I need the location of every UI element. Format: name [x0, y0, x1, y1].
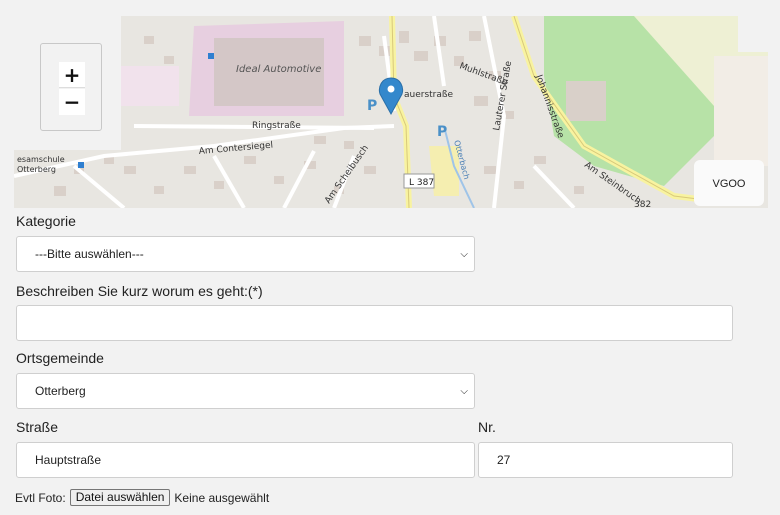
- chevron-down-icon: ⌵: [460, 385, 468, 397]
- kategorie-select[interactable]: ---Bitte auswählen--- ⌵: [16, 236, 475, 272]
- nr-input[interactable]: [478, 442, 733, 478]
- strasse-input[interactable]: [16, 442, 475, 478]
- file-choose-button[interactable]: Datei auswählen: [69, 489, 171, 506]
- foto-row: Evtl Foto: Datei auswählen Keine ausgewä…: [15, 489, 269, 506]
- road-shield-l387-text: L 387: [409, 178, 434, 188]
- map-corner: [738, 16, 768, 52]
- map-tiles: Ideal Automotive Ringstraße Am Contersie…: [14, 16, 768, 208]
- map-label-auerstrasse: auerstraße: [404, 90, 454, 100]
- map-label-ideal-automotive: Ideal Automotive: [236, 64, 321, 75]
- map-attribution: VGOO: [694, 160, 764, 206]
- map[interactable]: Ideal Automotive Ringstraße Am Contersie…: [14, 16, 768, 208]
- kategorie-label: Kategorie: [16, 213, 76, 229]
- foto-label: Evtl Foto:: [15, 490, 66, 505]
- ortsgemeinde-select[interactable]: Otterberg ⌵: [16, 373, 475, 409]
- strasse-label: Straße: [16, 419, 59, 435]
- parking-icon: P: [367, 98, 377, 114]
- file-status: Keine ausgewählt: [174, 490, 270, 505]
- parking-icon: P: [437, 124, 447, 140]
- zoom-in-button[interactable]: +: [59, 62, 85, 88]
- ortsgemeinde-value: Otterberg: [35, 384, 86, 398]
- map-label-esamschule: esamschule: [17, 155, 65, 164]
- zoom-out-button[interactable]: −: [59, 89, 85, 115]
- zoom-control: + −: [40, 43, 102, 131]
- nr-label: Nr.: [478, 419, 496, 435]
- poi-icon: [208, 53, 214, 59]
- beschreibung-label: Beschreiben Sie kurz worum es geht:(*): [16, 283, 263, 299]
- map-label-otterberg: Otterberg: [17, 165, 56, 174]
- beschreibung-input[interactable]: [16, 305, 733, 341]
- chevron-down-icon: ⌵: [460, 248, 468, 260]
- map-label-382: 382: [634, 200, 651, 208]
- poi-icon: [78, 162, 84, 168]
- ortsgemeinde-label: Ortsgemeinde: [16, 350, 104, 366]
- kategorie-value: ---Bitte auswählen---: [35, 247, 144, 261]
- map-label-ringstrasse: Ringstraße: [252, 121, 301, 131]
